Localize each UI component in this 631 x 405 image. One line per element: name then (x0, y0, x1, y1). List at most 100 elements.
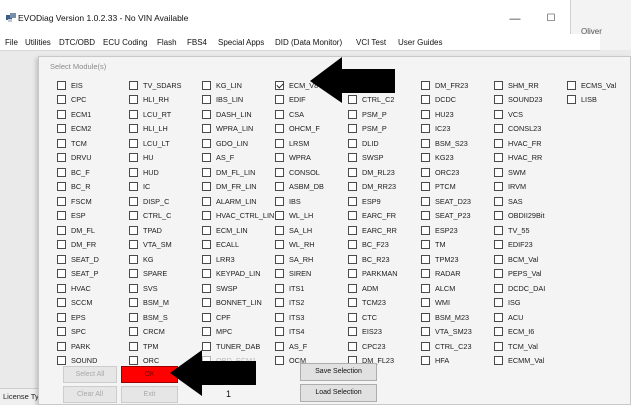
module-checkbox-item[interactable]: MPC (202, 325, 275, 340)
module-checkbox-item[interactable]: SPARE (129, 267, 202, 282)
menu-flash[interactable]: Flash (157, 38, 177, 47)
checkbox[interactable] (494, 269, 503, 279)
checkbox[interactable] (275, 124, 284, 134)
module-checkbox-item[interactable]: SA_LH (275, 223, 348, 238)
module-checkbox-item[interactable]: IC (129, 180, 202, 195)
checkbox[interactable] (275, 95, 284, 105)
checkbox[interactable] (421, 80, 430, 90)
checkbox[interactable] (494, 109, 503, 119)
module-checkbox-item[interactable]: TV_55 (494, 223, 567, 238)
checkbox[interactable] (421, 95, 430, 105)
module-checkbox-item[interactable]: KG_LIN (202, 78, 275, 93)
module-checkbox-item[interactable]: AS_F (202, 151, 275, 166)
checkbox[interactable] (129, 196, 138, 206)
checkbox[interactable] (275, 327, 284, 337)
checkbox[interactable] (348, 124, 357, 134)
module-checkbox-item[interactable]: ECM1 (57, 107, 129, 122)
module-checkbox-item[interactable]: SEAT_D23 (421, 194, 494, 209)
checkbox[interactable] (57, 283, 66, 293)
module-checkbox-item[interactable]: DM_FL_LIN (202, 165, 275, 180)
module-checkbox-item[interactable]: WL_RH (275, 238, 348, 253)
module-checkbox-item[interactable]: BC_R (57, 180, 129, 195)
module-checkbox-item[interactable]: ISG (494, 296, 567, 311)
checkbox[interactable] (494, 196, 503, 206)
module-checkbox-item[interactable]: GDO_LIN (202, 136, 275, 151)
checkbox[interactable] (202, 240, 211, 250)
checkbox[interactable] (348, 269, 357, 279)
checkbox[interactable] (129, 225, 138, 235)
module-checkbox-item[interactable]: DCDC (421, 93, 494, 108)
checkbox[interactable] (57, 124, 66, 134)
checkbox[interactable] (202, 182, 211, 192)
module-checkbox-item[interactable]: DASH_LIN (202, 107, 275, 122)
module-checkbox-item[interactable]: TCM (57, 136, 129, 151)
checkbox[interactable] (57, 356, 66, 366)
module-checkbox-item[interactable]: TPAD (129, 223, 202, 238)
menu-vci-test[interactable]: VCI Test (356, 38, 386, 47)
checkbox[interactable] (494, 167, 503, 177)
module-checkbox-item[interactable]: WL_LH (275, 209, 348, 224)
checkbox-checked[interactable] (275, 80, 284, 90)
module-checkbox-item[interactable]: PARKMAN (348, 267, 421, 282)
checkbox[interactable] (348, 312, 357, 322)
module-checkbox-item[interactable]: LISB (567, 93, 629, 108)
checkbox[interactable] (275, 298, 284, 308)
module-checkbox-item[interactable]: PTCM (421, 180, 494, 195)
module-checkbox-item[interactable]: SCCM (57, 296, 129, 311)
module-checkbox-item[interactable]: IBS (275, 194, 348, 209)
module-checkbox-item[interactable]: CPC (57, 93, 129, 108)
module-checkbox-item[interactable]: EIS (57, 78, 129, 93)
module-checkbox-item[interactable]: EARC_RR (348, 223, 421, 238)
checkbox[interactable] (421, 312, 430, 322)
checkbox[interactable] (275, 109, 284, 119)
menu-file[interactable]: File (5, 38, 18, 47)
module-checkbox-item[interactable]: DM_FR (57, 238, 129, 253)
checkbox[interactable] (129, 109, 138, 119)
menu-dtc-obd[interactable]: DTC/OBD (59, 38, 95, 47)
checkbox[interactable] (421, 283, 430, 293)
checkbox[interactable] (202, 327, 211, 337)
checkbox[interactable] (129, 356, 138, 366)
module-checkbox-item[interactable]: SAS (494, 194, 567, 209)
checkbox[interactable] (129, 327, 138, 337)
module-checkbox-item[interactable]: VCS (494, 107, 567, 122)
module-checkbox-item[interactable]: ITS3 (275, 310, 348, 325)
checkbox[interactable] (202, 95, 211, 105)
module-checkbox-item[interactable]: BSM_M23 (421, 310, 494, 325)
checkbox[interactable] (421, 356, 430, 366)
checkbox[interactable] (57, 109, 66, 119)
checkbox[interactable] (57, 138, 66, 148)
module-checkbox-item[interactable]: HFA (421, 354, 494, 369)
checkbox[interactable] (567, 95, 576, 105)
checkbox[interactable] (494, 327, 503, 337)
checkbox[interactable] (275, 196, 284, 206)
module-checkbox-item[interactable]: HUD (129, 165, 202, 180)
module-checkbox-item[interactable]: RADAR (421, 267, 494, 282)
module-checkbox-item[interactable]: LCU_LT (129, 136, 202, 151)
module-checkbox-item[interactable]: ITS2 (275, 296, 348, 311)
module-checkbox-item[interactable]: CONSOL (275, 165, 348, 180)
module-checkbox-item[interactable]: LRR3 (202, 252, 275, 267)
module-checkbox-item[interactable]: CPF (202, 310, 275, 325)
checkbox[interactable] (421, 211, 430, 221)
module-checkbox-item[interactable]: LRSM (275, 136, 348, 151)
module-checkbox-item[interactable]: HLI_LH (129, 122, 202, 137)
module-checkbox-item[interactable]: IRVM (494, 180, 567, 195)
module-checkbox-item[interactable]: WPRA_LIN (202, 122, 275, 137)
checkbox[interactable] (202, 167, 211, 177)
checkbox[interactable] (275, 283, 284, 293)
module-checkbox-item[interactable]: IC23 (421, 122, 494, 137)
checkbox[interactable] (57, 167, 66, 177)
module-checkbox-item[interactable]: HVAC_CTRL_LIN (202, 209, 275, 224)
module-checkbox-item[interactable]: HVAC (57, 281, 129, 296)
checkbox[interactable] (129, 341, 138, 351)
module-checkbox-item[interactable]: BSM_S23 (421, 136, 494, 151)
module-checkbox-item[interactable]: ECMM_Val (494, 354, 567, 369)
checkbox[interactable] (129, 95, 138, 105)
clear-all-button[interactable]: Clear All (63, 386, 117, 403)
checkbox[interactable] (421, 124, 430, 134)
checkbox[interactable] (348, 211, 357, 221)
checkbox[interactable] (348, 109, 357, 119)
module-checkbox-item[interactable]: KG (129, 252, 202, 267)
checkbox[interactable] (421, 182, 430, 192)
